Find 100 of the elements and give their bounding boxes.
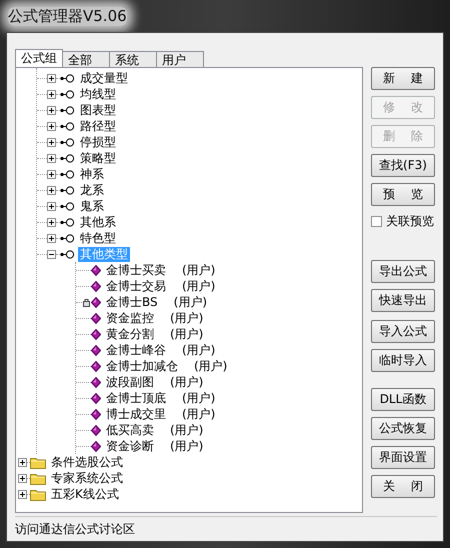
key-icon — [60, 200, 75, 212]
key-icon — [60, 72, 75, 84]
formula-name[interactable]: 金博士峰谷 — [104, 342, 168, 358]
lock-icon — [82, 297, 91, 307]
action-button[interactable]: 新 建 — [371, 67, 435, 90]
formula-name[interactable]: 黄金分割 — [104, 326, 156, 342]
checkbox[interactable] — [371, 216, 382, 227]
action-button[interactable]: 导入公式 — [371, 320, 435, 343]
action-button[interactable]: 导出公式 — [371, 260, 435, 283]
formula-owner: (用户) — [170, 422, 204, 438]
formula-owner: (用户) — [182, 262, 216, 278]
formula-name[interactable]: 金博士BS — [104, 294, 160, 310]
diamond-icon — [91, 440, 101, 452]
checkbox-label: 关联预览 — [386, 213, 434, 230]
key-icon — [60, 104, 75, 116]
formula-owner: (用户) — [182, 278, 216, 294]
tree-item[interactable]: 条件选股公式 — [49, 454, 125, 470]
tree-item[interactable]: 鬼系 — [78, 198, 106, 214]
key-icon — [60, 152, 75, 164]
tree-item[interactable]: 五彩K线公式 — [49, 486, 121, 502]
tree-item[interactable]: 专家系统公式 — [49, 470, 125, 486]
folder-icon — [30, 488, 46, 500]
action-button[interactable]: 公式恢复 — [371, 417, 435, 440]
formula-name[interactable]: 低买高卖 — [104, 422, 156, 438]
tree-item[interactable]: 路径型 — [78, 118, 118, 134]
tree-item[interactable]: 停损型 — [78, 134, 118, 150]
key-icon — [60, 136, 75, 148]
formula-name[interactable]: 波段副图 — [104, 374, 156, 390]
folder-icon — [30, 472, 46, 484]
formula-name[interactable]: 金博士顶底 — [104, 390, 168, 406]
action-button[interactable]: 临时导入 — [371, 349, 435, 372]
tab[interactable]: 系统 — [109, 51, 157, 67]
diamond-icon — [91, 408, 101, 420]
action-button[interactable]: 预 览 — [371, 183, 435, 206]
key-icon — [60, 88, 75, 100]
formula-name[interactable]: 博士成交里 — [104, 406, 168, 422]
diamond-icon — [91, 280, 101, 292]
formula-name[interactable]: 金博士买卖 — [104, 262, 168, 278]
tab[interactable]: 用户 — [156, 51, 204, 67]
tree-item[interactable]: 龙系 — [78, 182, 106, 198]
action-button[interactable]: 关 闭 — [371, 475, 435, 498]
collapse-icon[interactable] — [47, 250, 56, 258]
diamond-icon — [91, 312, 101, 324]
formula-owner: (用户) — [174, 294, 208, 310]
formula-owner: (用户) — [182, 390, 216, 406]
tree-item[interactable]: 神系 — [78, 166, 106, 182]
diamond-icon — [91, 360, 101, 372]
expand-icon[interactable] — [18, 458, 27, 466]
formula-name[interactable]: 资金诊断 — [104, 438, 156, 454]
expand-icon[interactable] — [47, 122, 56, 130]
expand-icon[interactable] — [47, 202, 56, 210]
tree-item[interactable]: 均线型 — [78, 86, 118, 102]
key-icon — [60, 184, 75, 196]
expand-icon[interactable] — [47, 154, 56, 162]
action-button[interactable]: 查找(F3) — [371, 154, 435, 177]
formula-owner: (用户) — [170, 326, 204, 342]
diamond-icon — [91, 344, 101, 356]
expand-icon[interactable] — [18, 474, 27, 482]
expand-icon[interactable] — [47, 138, 56, 146]
folder-icon — [30, 456, 46, 468]
diamond-icon — [91, 264, 101, 276]
key-icon — [60, 232, 75, 244]
expand-icon[interactable] — [47, 186, 56, 194]
key-icon — [60, 120, 75, 132]
action-button[interactable]: 界面设置 — [371, 446, 435, 469]
tree-item[interactable]: 成交量型 — [78, 70, 130, 86]
diamond-icon — [91, 296, 101, 308]
tree-item[interactable]: 图表型 — [78, 102, 118, 118]
expand-icon[interactable] — [47, 90, 56, 98]
expand-icon[interactable] — [47, 106, 56, 114]
diamond-icon — [91, 392, 101, 404]
formula-owner: (用户) — [170, 374, 204, 390]
formula-owner: (用户) — [170, 438, 204, 454]
tree-item[interactable]: 策略型 — [78, 150, 118, 166]
formula-owner: (用户) — [194, 358, 228, 374]
tree-item[interactable]: 其他系 — [78, 214, 118, 230]
diamond-icon — [91, 328, 101, 340]
tree-item[interactable]: 特色型 — [78, 230, 118, 246]
key-icon — [60, 216, 75, 228]
key-icon — [60, 248, 75, 260]
key-icon — [60, 168, 75, 180]
formula-owner: (用户) — [182, 342, 216, 358]
formula-owner: (用户) — [170, 310, 204, 326]
formula-name[interactable]: 资金监控 — [104, 310, 156, 326]
expand-icon[interactable] — [47, 74, 56, 82]
expand-icon[interactable] — [47, 234, 56, 242]
window-title: 公式管理器V5.06 — [8, 6, 127, 26]
formula-name[interactable]: 金博士交易 — [104, 278, 168, 294]
formula-owner: (用户) — [182, 406, 216, 422]
expand-icon[interactable] — [47, 218, 56, 226]
tab[interactable]: 全部 — [62, 51, 110, 67]
diamond-icon — [91, 424, 101, 436]
formula-name[interactable]: 金博士加减仓 — [104, 358, 180, 374]
tab[interactable]: 公式组 — [15, 49, 63, 67]
diamond-icon — [91, 376, 101, 388]
expand-icon[interactable] — [18, 490, 27, 498]
expand-icon[interactable] — [47, 170, 56, 178]
action-button[interactable]: DLL函数 — [371, 388, 435, 411]
action-button[interactable]: 快速导出 — [371, 289, 435, 312]
status-text[interactable]: 访问通达信公式讨论区 — [15, 520, 135, 538]
